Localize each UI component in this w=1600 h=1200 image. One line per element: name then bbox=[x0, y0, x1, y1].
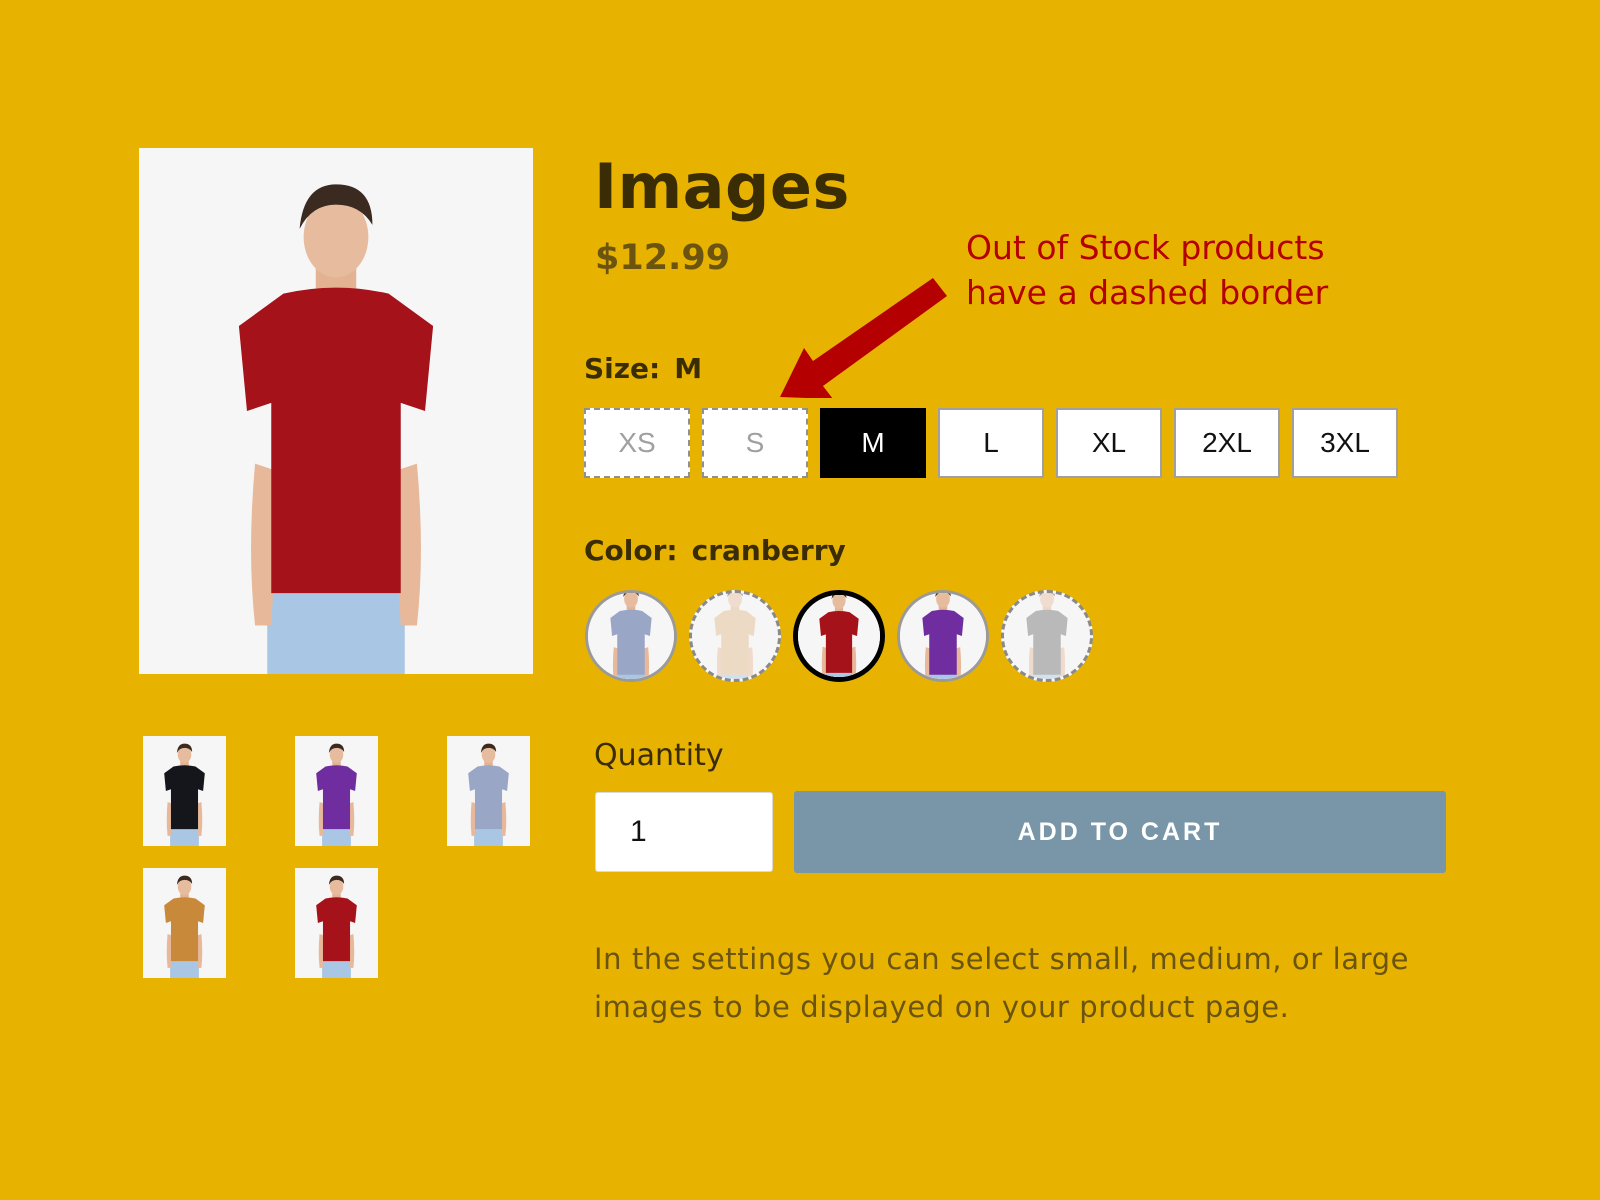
add-to-cart-button[interactable]: ADD TO CART bbox=[794, 791, 1446, 873]
product-title: Images bbox=[594, 150, 850, 223]
size-option-l[interactable]: L bbox=[938, 408, 1044, 478]
color-swatch-light-blue[interactable] bbox=[585, 590, 677, 682]
quantity-input[interactable] bbox=[595, 792, 773, 872]
product-description: In the settings you can select small, me… bbox=[594, 942, 1410, 1024]
model-photo-icon bbox=[900, 593, 986, 679]
color-swatch-tan[interactable] bbox=[689, 590, 781, 682]
size-label-text: Size: bbox=[584, 352, 661, 385]
color-swatch-grey[interactable] bbox=[1001, 590, 1093, 682]
main-product-image[interactable] bbox=[139, 148, 533, 674]
model-photo-icon bbox=[139, 148, 533, 674]
out-of-stock-annotation: Out of Stock products have a dashed bord… bbox=[966, 225, 1328, 315]
quantity-label: Quantity bbox=[594, 738, 724, 773]
product-price: $12.99 bbox=[595, 238, 731, 278]
model-photo-icon bbox=[1004, 593, 1090, 679]
thumbnail-5[interactable] bbox=[295, 868, 378, 978]
model-photo-icon bbox=[143, 868, 226, 978]
annotation-arrow-icon bbox=[780, 278, 947, 398]
model-photo-icon bbox=[692, 593, 778, 679]
model-photo-icon bbox=[798, 595, 880, 677]
color-swatch-purple[interactable] bbox=[897, 590, 989, 682]
size-selected-value: M bbox=[674, 352, 703, 385]
color-selected-value: cranberry bbox=[691, 534, 846, 567]
model-photo-icon bbox=[295, 868, 378, 978]
model-photo-icon bbox=[295, 736, 378, 846]
color-label: Color: cranberry bbox=[584, 534, 846, 567]
thumbnail-4[interactable] bbox=[143, 868, 226, 978]
size-option-s[interactable]: S bbox=[702, 408, 808, 478]
model-photo-icon bbox=[447, 736, 530, 846]
size-option-2xl[interactable]: 2XL bbox=[1174, 408, 1280, 478]
size-option-3xl[interactable]: 3XL bbox=[1292, 408, 1398, 478]
annotation-line-1: Out of Stock products bbox=[966, 228, 1325, 267]
annotation-line-2: have a dashed border bbox=[966, 273, 1329, 312]
model-photo-icon bbox=[588, 593, 674, 679]
thumbnail-2[interactable] bbox=[295, 736, 378, 846]
size-option-m[interactable]: M bbox=[820, 408, 926, 478]
size-option-xs[interactable]: XS bbox=[584, 408, 690, 478]
size-option-xl[interactable]: XL bbox=[1056, 408, 1162, 478]
model-photo-icon bbox=[143, 736, 226, 846]
color-label-text: Color: bbox=[584, 534, 678, 567]
thumbnail-1[interactable] bbox=[143, 736, 226, 846]
color-swatch-cranberry[interactable] bbox=[793, 590, 885, 682]
size-label: Size: M bbox=[584, 352, 702, 385]
thumbnail-3[interactable] bbox=[447, 736, 530, 846]
